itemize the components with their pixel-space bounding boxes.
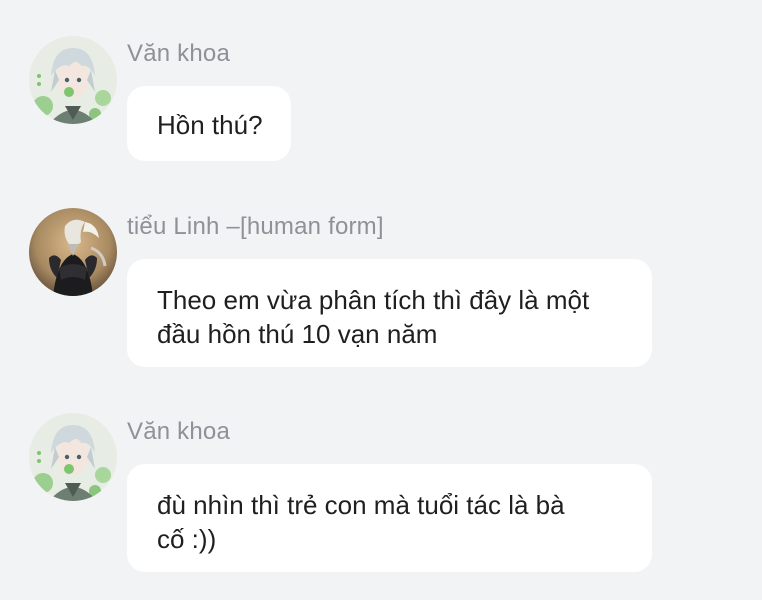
message-text: đầu hồn thú 10 vạn năm [157, 319, 438, 349]
avatar-anime-boy-icon[interactable] [29, 413, 117, 501]
chat-thread: Văn khoa Hồn thú? tiểu Linh –[human form… [0, 0, 762, 600]
message-text: Hồn thú? [157, 110, 263, 140]
sender-name: tiểu Linh –[human form] [127, 213, 384, 240]
message-text: cố :)) [157, 524, 217, 554]
message-bubble[interactable]: Theo em vừa phân tích thì đây là một đầu… [127, 259, 652, 367]
message-bubble[interactable]: Hồn thú? [127, 86, 291, 161]
message-bubble[interactable]: đù nhìn thì trẻ con mà tuổi tác là bà cố… [127, 464, 652, 572]
sender-name: Văn khoa [127, 40, 231, 67]
sender-name: Văn khoa [127, 418, 231, 445]
avatar-anime-boy-icon[interactable] [29, 36, 117, 124]
message-text: đù nhìn thì trẻ con mà tuổi tác là bà [157, 490, 565, 520]
avatar-dark-creature-icon[interactable] [29, 208, 117, 296]
message-text: Theo em vừa phân tích thì đây là một [157, 285, 590, 315]
